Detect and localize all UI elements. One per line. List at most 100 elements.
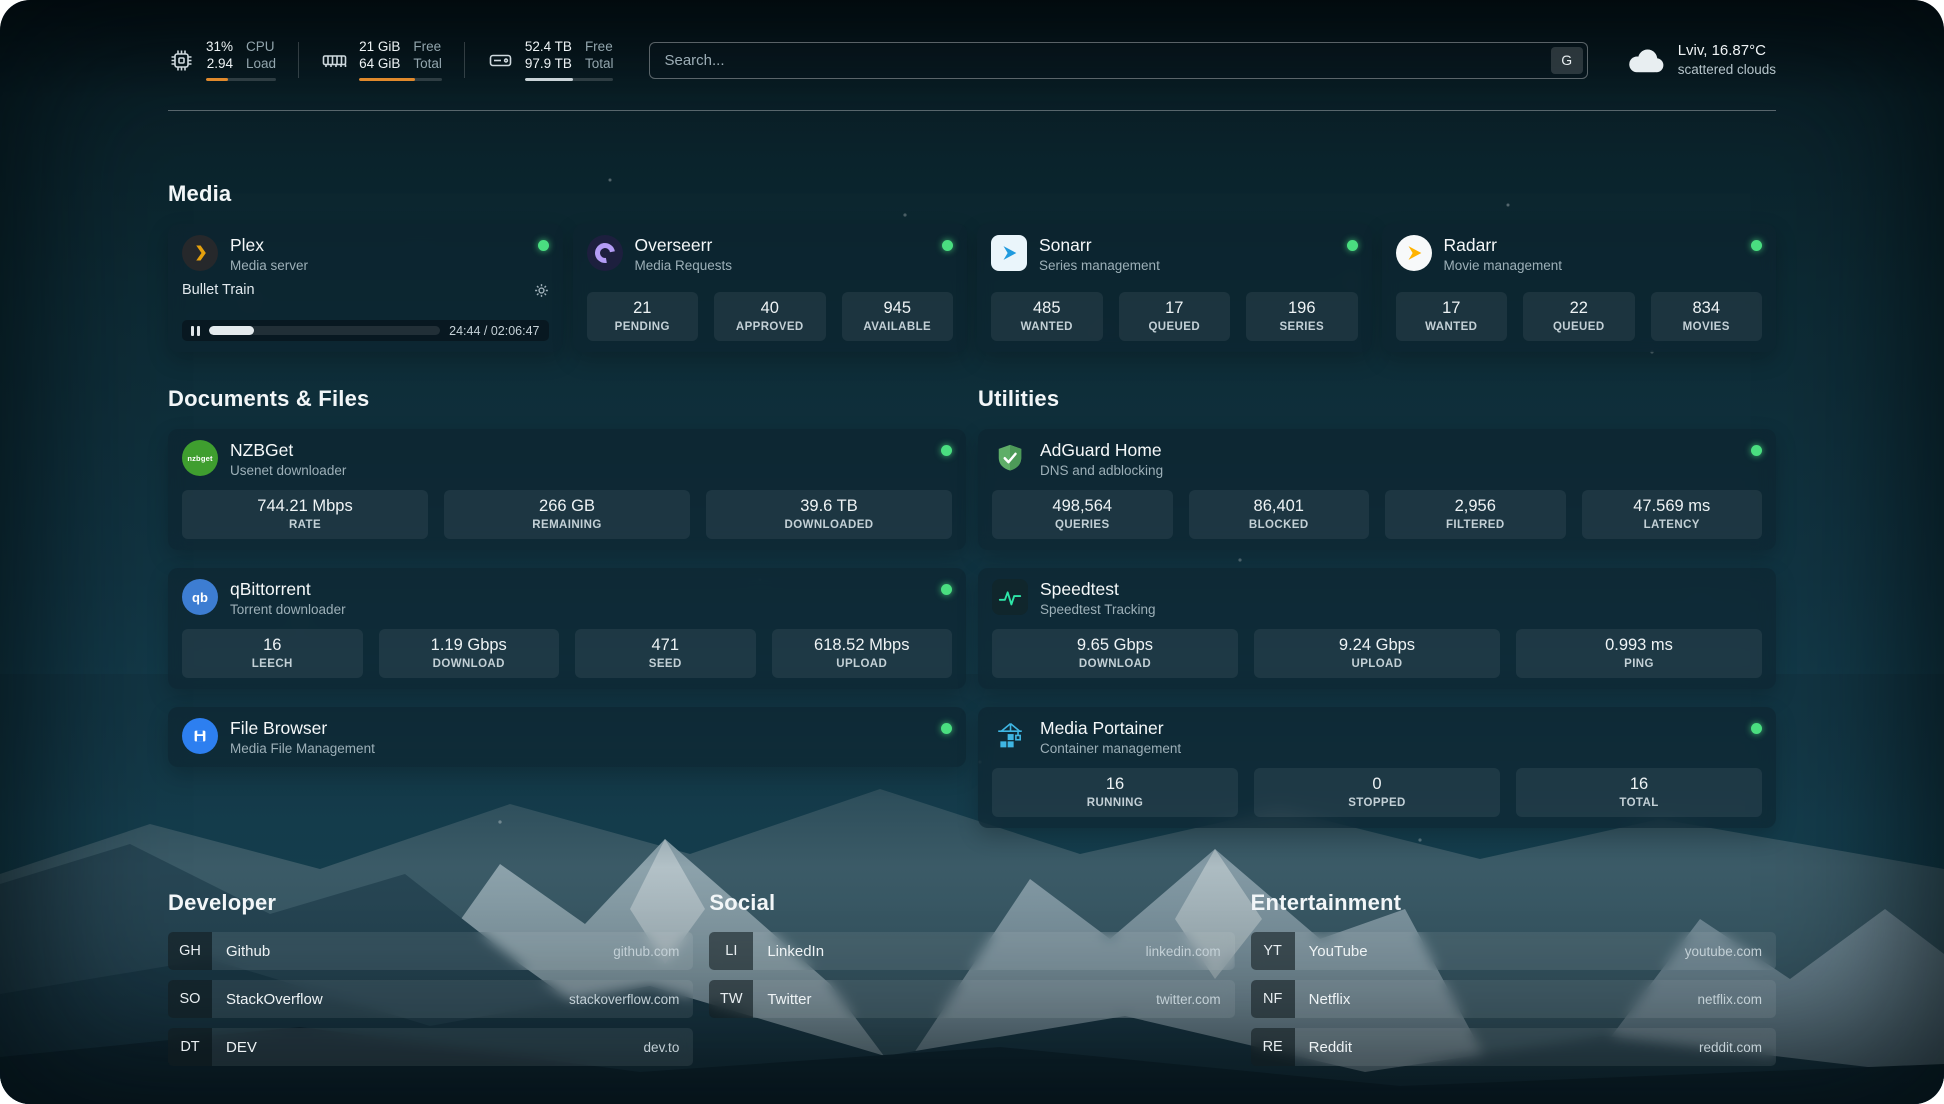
qbittorrent-icon: qb [182, 579, 218, 615]
service-name: Speedtest [1040, 579, 1156, 599]
bookmark-url: linkedin.com [1146, 944, 1221, 959]
disk-widget: 52.4 TB 97.9 TB Free Total [487, 39, 614, 81]
sonarr-card[interactable]: Sonarr Series management 485 WANTED 17 Q… [977, 224, 1372, 352]
search-provider-button[interactable]: G [1551, 47, 1583, 74]
status-dot [941, 445, 952, 456]
service-name: File Browser [230, 718, 375, 738]
memory-total-value: 64 GiB [359, 56, 400, 73]
stat-stopped: 0 STOPPED [1254, 768, 1500, 817]
sonarr-icon [991, 235, 1027, 271]
memory-free-value: 21 GiB [359, 39, 400, 56]
service-name: qBittorrent [230, 579, 346, 599]
progress-track[interactable] [209, 326, 440, 335]
cpu-load-label: Load [246, 56, 276, 73]
playback-progress: 24:44 / 02:06:47 [182, 320, 549, 341]
status-dot [1347, 240, 1358, 251]
cpu-usage-value: 31% [206, 39, 233, 56]
plex-card[interactable]: Plex Media server Bullet Train [168, 224, 563, 352]
bookmark-url: reddit.com [1699, 1040, 1762, 1055]
topbar-divider [168, 110, 1776, 111]
bookmark-netflix[interactable]: NF Netflix netflix.com [1251, 980, 1776, 1018]
filebrowser-card[interactable]: File Browser Media File Management [168, 707, 966, 767]
developer-section-title: Developer [168, 890, 693, 916]
pause-icon[interactable] [191, 326, 200, 336]
bookmark-name: DEV [226, 1039, 257, 1056]
bookmark-url: netflix.com [1697, 992, 1762, 1007]
bookmark-url: dev.to [644, 1040, 680, 1055]
bookmark-github[interactable]: GH Github github.com [168, 932, 693, 970]
overseerr-icon [587, 235, 623, 271]
section-developer: Developer GH Github github.com SO StackO… [168, 890, 693, 1066]
dashboard-window: 31% 2.94 CPU Load [0, 0, 1944, 1104]
cloud-icon [1624, 45, 1666, 75]
status-dot [1751, 240, 1762, 251]
memory-total-label: Total [413, 56, 442, 73]
overseerr-card[interactable]: Overseerr Media Requests 21 PENDING 40 A… [573, 224, 968, 352]
stat-queries: 498,564 QUERIES [992, 490, 1173, 539]
bookmark-reddit[interactable]: RE Reddit reddit.com [1251, 1028, 1776, 1066]
service-name: Overseerr [635, 235, 733, 255]
radarr-card[interactable]: Radarr Movie management 17 WANTED 22 QUE… [1382, 224, 1777, 352]
bookmark-dev[interactable]: DT DEV dev.to [168, 1028, 693, 1066]
stat-approved: 40 APPROVED [714, 292, 826, 341]
progress-fill [209, 326, 254, 335]
documents-section-title: Documents & Files [168, 386, 966, 412]
bookmark-abbr: RE [1251, 1028, 1295, 1066]
stat-running: 16 RUNNING [992, 768, 1238, 817]
bookmark-linkedin[interactable]: LI LinkedIn linkedin.com [709, 932, 1234, 970]
speedtest-card[interactable]: Speedtest Speedtest Tracking 9.65 Gbps D… [978, 568, 1776, 689]
bookmark-abbr: NF [1251, 980, 1295, 1018]
cpu-icon [168, 47, 195, 74]
service-desc: Speedtest Tracking [1040, 602, 1156, 617]
bookmark-url: stackoverflow.com [569, 992, 679, 1007]
dashboard-content: 31% 2.94 CPU Load [0, 0, 1944, 1104]
search-input[interactable] [649, 42, 1587, 79]
playback-time: 24:44 / 02:06:47 [449, 324, 539, 338]
service-name: AdGuard Home [1040, 440, 1163, 460]
stat-filtered: 2,956 FILTERED [1385, 490, 1566, 539]
service-desc: Media Requests [635, 258, 733, 273]
disk-total-label: Total [585, 56, 614, 73]
bookmark-twitter[interactable]: TW Twitter twitter.com [709, 980, 1234, 1018]
filebrowser-icon [182, 718, 218, 754]
qbittorrent-card[interactable]: qb qBittorrent Torrent downloader 16 LEE… [168, 568, 966, 689]
stat-queued: 17 QUEUED [1119, 292, 1231, 341]
memory-free-label: Free [413, 39, 442, 56]
disk-free-label: Free [585, 39, 614, 56]
social-section-title: Social [709, 890, 1234, 916]
stat-available: 945 AVAILABLE [842, 292, 954, 341]
service-name: Sonarr [1039, 235, 1160, 255]
section-media: Media Plex Media server [168, 181, 1776, 352]
media-section-title: Media [168, 181, 1776, 207]
plex-icon [182, 235, 218, 271]
cpu-usage-bar [206, 78, 276, 81]
topbar-separator [298, 42, 299, 78]
status-dot [942, 240, 953, 251]
now-playing-title: Bullet Train [182, 282, 255, 298]
bookmark-name: LinkedIn [767, 943, 824, 960]
nzbget-card[interactable]: nzbget NZBGet Usenet downloader 744.21 M… [168, 429, 966, 550]
service-desc: Movie management [1444, 258, 1563, 273]
bookmark-youtube[interactable]: YT YouTube youtube.com [1251, 932, 1776, 970]
adguard-card[interactable]: AdGuard Home DNS and adblocking 498,564 … [978, 429, 1776, 550]
service-desc: Series management [1039, 258, 1160, 273]
stat-download: 9.65 Gbps DOWNLOAD [992, 629, 1238, 678]
bookmark-name: YouTube [1309, 943, 1368, 960]
stat-seed: 471 SEED [575, 629, 756, 678]
weather-widget: Lviv, 16.87°C scattered clouds [1624, 41, 1776, 79]
bookmark-stackoverflow[interactable]: SO StackOverflow stackoverflow.com [168, 980, 693, 1018]
service-desc: Container management [1040, 741, 1181, 756]
adguard-icon [992, 440, 1028, 476]
stat-downloaded: 39.6 TB DOWNLOADED [706, 490, 952, 539]
bookmark-abbr: YT [1251, 932, 1295, 970]
gear-icon[interactable] [534, 283, 549, 298]
bookmark-name: Github [226, 943, 270, 960]
stat-remaining: 266 GB REMAINING [444, 490, 690, 539]
cpu-widget: 31% 2.94 CPU Load [168, 39, 276, 81]
stat-pending: 21 PENDING [587, 292, 699, 341]
bookmark-abbr: GH [168, 932, 212, 970]
portainer-icon [992, 718, 1028, 754]
service-desc: Usenet downloader [230, 463, 346, 478]
portainer-card[interactable]: Media Portainer Container management 16 … [978, 707, 1776, 828]
speedtest-icon [992, 579, 1028, 615]
